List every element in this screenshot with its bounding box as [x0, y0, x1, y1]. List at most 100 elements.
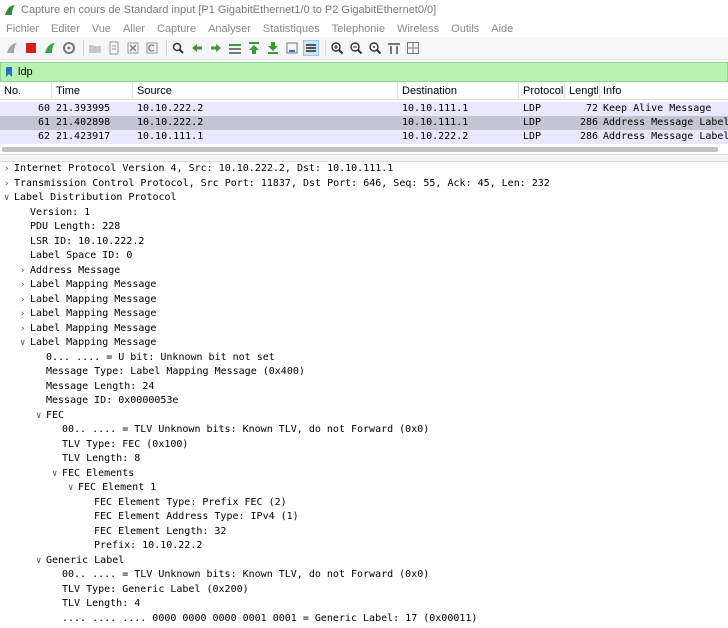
- layout-button[interactable]: [405, 40, 421, 56]
- menu-vue[interactable]: Vue: [92, 23, 111, 35]
- zoom-in-button[interactable]: [329, 40, 345, 56]
- column-time[interactable]: Time: [56, 85, 80, 97]
- bookmark-icon[interactable]: [5, 66, 13, 78]
- go-to-packet-button[interactable]: [227, 40, 243, 56]
- expand-arrow-icon[interactable]: ›: [20, 278, 30, 293]
- expand-arrow-icon[interactable]: ›: [4, 177, 14, 192]
- menu-outils[interactable]: Outils: [451, 23, 479, 35]
- detail-tree-row[interactable]: ∨ Label Distribution Protocol: [0, 191, 728, 206]
- expand-arrow-icon[interactable]: ›: [20, 293, 30, 308]
- detail-tree-row[interactable]: FEC Element Length: 32: [0, 525, 728, 540]
- pane-splitter[interactable]: [0, 155, 728, 162]
- go-back-button[interactable]: [189, 40, 205, 56]
- expand-arrow-icon[interactable]: ›: [20, 264, 30, 279]
- detail-tree-row[interactable]: › Label Mapping Message: [0, 322, 728, 337]
- detail-tree-row[interactable]: 00.. .... = TLV Unknown bits: Known TLV,…: [0, 423, 728, 438]
- column-protocol[interactable]: Protocol: [523, 85, 563, 97]
- column-divider[interactable]: [51, 82, 52, 99]
- go-last-packet-button[interactable]: [265, 40, 281, 56]
- detail-tree-row[interactable]: ∨ Label Mapping Message: [0, 336, 728, 351]
- collapse-arrow-icon[interactable]: ∨: [36, 409, 46, 424]
- menu-aller[interactable]: Aller: [123, 23, 145, 35]
- go-forward-button[interactable]: [208, 40, 224, 56]
- detail-tree-row[interactable]: 0... .... = U bit: Unknown bit not set: [0, 351, 728, 366]
- packet-row-selected[interactable]: 61 21.402898 10.10.222.2 10.10.111.1 LDP…: [0, 116, 728, 130]
- detail-tree-row[interactable]: Version: 1: [0, 206, 728, 221]
- detail-tree-row[interactable]: LSR ID: 10.10.222.2: [0, 235, 728, 250]
- column-length[interactable]: Length: [569, 85, 598, 97]
- detail-tree-row[interactable]: TLV Type: Generic Label (0x200): [0, 583, 728, 598]
- detail-tree-row[interactable]: ∨ FEC Elements: [0, 467, 728, 482]
- column-divider[interactable]: [397, 82, 398, 99]
- detail-text: Label Distribution Protocol: [14, 192, 177, 203]
- go-first-packet-button[interactable]: [246, 40, 262, 56]
- packet-row[interactable]: 62 21.423917 10.10.111.1 10.10.222.2 LDP…: [0, 130, 728, 144]
- packet-row[interactable]: 60 21.393995 10.10.222.2 10.10.111.1 LDP…: [0, 102, 728, 116]
- detail-tree-row[interactable]: ∨ FEC: [0, 409, 728, 424]
- collapse-arrow-icon[interactable]: ∨: [52, 467, 62, 482]
- normal-size-button[interactable]: [367, 40, 383, 56]
- detail-tree-row[interactable]: TLV Type: FEC (0x100): [0, 438, 728, 453]
- detail-tree-row[interactable]: Label Space ID: 0: [0, 249, 728, 264]
- detail-tree-row[interactable]: › Label Mapping Message: [0, 307, 728, 322]
- restart-capture-button[interactable]: [42, 40, 58, 56]
- packet-list-horizontal-scrollbar[interactable]: [2, 147, 718, 152]
- stop-capture-button[interactable]: [23, 40, 39, 56]
- close-file-icon: [127, 42, 139, 54]
- menu-fichier[interactable]: Fichier: [6, 23, 39, 35]
- menu-telephonie[interactable]: Telephonie: [332, 23, 385, 35]
- zoom-out-button[interactable]: [348, 40, 364, 56]
- colorize-button[interactable]: [303, 40, 319, 56]
- close-file-button[interactable]: [125, 40, 141, 56]
- detail-tree-row[interactable]: TLV Length: 8: [0, 452, 728, 467]
- expand-arrow-icon[interactable]: ›: [20, 307, 30, 322]
- auto-scroll-button[interactable]: [284, 40, 300, 56]
- detail-tree-row[interactable]: FEC Element Type: Prefix FEC (2): [0, 496, 728, 511]
- detail-tree-row[interactable]: › Label Mapping Message: [0, 278, 728, 293]
- menu-analyser[interactable]: Analyser: [208, 23, 251, 35]
- detail-tree-row[interactable]: › Transmission Control Protocol, Src Port…: [0, 177, 728, 192]
- column-divider[interactable]: [132, 82, 133, 99]
- detail-tree-row[interactable]: Message Length: 24: [0, 380, 728, 395]
- column-info[interactable]: Info: [603, 85, 621, 97]
- collapse-arrow-icon[interactable]: ∨: [36, 554, 46, 569]
- detail-tree-row[interactable]: › Internet Protocol Version 4, Src: 10.10…: [0, 162, 728, 177]
- expand-arrow-icon[interactable]: ›: [4, 162, 14, 177]
- menu-editer[interactable]: Editer: [51, 23, 80, 35]
- open-file-button[interactable]: [87, 40, 103, 56]
- detail-tree-row[interactable]: Prefix: 10.10.22.2: [0, 539, 728, 554]
- menu-aide[interactable]: Aide: [491, 23, 513, 35]
- detail-tree-row[interactable]: Message Type: Label Mapping Message (0x4…: [0, 365, 728, 380]
- save-file-button[interactable]: [106, 40, 122, 56]
- column-divider[interactable]: [564, 82, 565, 99]
- reload-file-button[interactable]: [144, 40, 160, 56]
- column-destination[interactable]: Destination: [402, 85, 457, 97]
- detail-tree-row[interactable]: .... .... .... 0000 0000 0000 0001 0001 …: [0, 612, 728, 627]
- collapse-arrow-icon[interactable]: ∨: [68, 481, 78, 496]
- resize-columns-button[interactable]: [386, 40, 402, 56]
- detail-tree-row[interactable]: 00.. .... = TLV Unknown bits: Known TLV,…: [0, 568, 728, 583]
- display-filter-input[interactable]: [18, 66, 698, 78]
- scrollbar-thumb[interactable]: [2, 147, 718, 152]
- detail-tree-row[interactable]: ∨ Generic Label: [0, 554, 728, 569]
- detail-tree-row[interactable]: PDU Length: 228: [0, 220, 728, 235]
- capture-options-button[interactable]: [61, 40, 77, 56]
- detail-tree-row[interactable]: TLV Length: 4: [0, 597, 728, 612]
- detail-tree-row[interactable]: FEC Element Address Type: IPv4 (1): [0, 510, 728, 525]
- detail-tree-row[interactable]: › Address Message: [0, 264, 728, 279]
- detail-tree-row[interactable]: ∨ FEC Element 1: [0, 481, 728, 496]
- column-divider[interactable]: [518, 82, 519, 99]
- collapse-arrow-icon[interactable]: ∨: [4, 191, 14, 206]
- column-divider[interactable]: [599, 82, 600, 99]
- menu-capture[interactable]: Capture: [157, 23, 196, 35]
- detail-tree-row[interactable]: › Label Mapping Message: [0, 293, 728, 308]
- column-no[interactable]: No.: [4, 85, 21, 97]
- collapse-arrow-icon[interactable]: ∨: [20, 336, 30, 351]
- menu-wireless[interactable]: Wireless: [397, 23, 439, 35]
- column-source[interactable]: Source: [137, 85, 172, 97]
- find-packet-button[interactable]: [170, 40, 186, 56]
- detail-tree-row[interactable]: Message ID: 0x0000053e: [0, 394, 728, 409]
- menu-statistiques[interactable]: Statistiques: [263, 23, 320, 35]
- expand-arrow-icon[interactable]: ›: [20, 322, 30, 337]
- start-capture-button[interactable]: [4, 40, 20, 56]
